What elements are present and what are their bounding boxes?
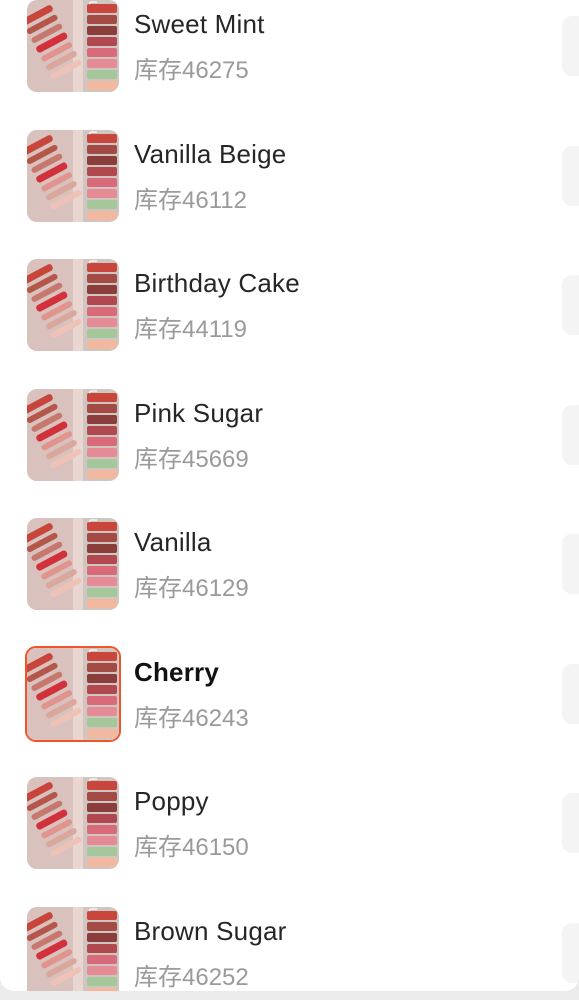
thumb-svg bbox=[27, 0, 119, 92]
variant-option[interactable]: Vanilla 库存46129 bbox=[0, 518, 579, 648]
variant-name: Poppy bbox=[134, 786, 209, 816]
variant-stock: 库存46252 bbox=[134, 964, 249, 991]
quantity-control[interactable] bbox=[562, 146, 579, 206]
variant-stock: 库存45669 bbox=[134, 446, 249, 473]
variant-stock: 库存46275 bbox=[134, 57, 249, 84]
variant-name: Vanilla Beige bbox=[134, 139, 287, 169]
thumb-svg bbox=[27, 518, 119, 610]
variant-name: Brown Sugar bbox=[134, 916, 287, 946]
variant-stock: 库存44119 bbox=[134, 316, 247, 343]
quantity-control[interactable] bbox=[562, 534, 579, 594]
thumb-svg bbox=[27, 648, 119, 740]
quantity-control[interactable] bbox=[562, 275, 579, 335]
variant-stock: 库存46112 bbox=[134, 187, 247, 214]
variant-option[interactable]: Birthday Cake 库存44119 bbox=[0, 259, 579, 389]
variant-thumbnail-selected[interactable] bbox=[25, 646, 121, 742]
quantity-control[interactable] bbox=[562, 664, 579, 724]
variant-stock: 库存46243 bbox=[134, 705, 249, 732]
variant-name: Vanilla bbox=[134, 527, 212, 557]
variant-name: Pink Sugar bbox=[134, 398, 264, 428]
quantity-control[interactable] bbox=[562, 793, 579, 853]
variant-name: Birthday Cake bbox=[134, 268, 300, 298]
variant-option[interactable]: Pink Sugar 库存45669 bbox=[0, 389, 579, 519]
variant-selection-sheet: Sweet Mint 库存46275 Vanilla Beige 库存46112 Bir… bbox=[0, 0, 579, 991]
variant-option[interactable]: Cherry 库存46243 bbox=[0, 646, 579, 778]
thumb-svg bbox=[27, 130, 119, 222]
variant-option[interactable]: Poppy 库存46150 bbox=[0, 777, 579, 907]
variant-thumbnail[interactable] bbox=[27, 518, 119, 610]
variant-option[interactable]: Vanilla Beige 库存46112 bbox=[0, 130, 579, 260]
thumb-svg bbox=[27, 777, 119, 869]
variant-thumbnail[interactable] bbox=[27, 389, 119, 481]
variant-name: Cherry bbox=[134, 657, 220, 687]
thumb-svg bbox=[27, 259, 119, 351]
variant-option[interactable]: Brown Sugar 库存46252 bbox=[0, 907, 579, 991]
quantity-control[interactable] bbox=[562, 923, 579, 983]
variant-thumbnail[interactable] bbox=[27, 0, 119, 92]
variant-thumbnail[interactable] bbox=[27, 259, 119, 351]
quantity-control[interactable] bbox=[562, 405, 579, 465]
thumb-svg bbox=[27, 907, 119, 991]
variant-stock: 库存46129 bbox=[134, 575, 249, 602]
variant-thumbnail[interactable] bbox=[27, 907, 119, 991]
variant-thumbnail[interactable] bbox=[27, 130, 119, 222]
quantity-control[interactable] bbox=[562, 16, 579, 76]
variant-stock: 库存46150 bbox=[134, 834, 249, 861]
variant-list: Sweet Mint 库存46275 Vanilla Beige 库存46112 Bir… bbox=[0, 0, 579, 991]
thumb-svg bbox=[27, 389, 119, 481]
variant-thumbnail[interactable] bbox=[27, 777, 119, 869]
variant-option[interactable]: Sweet Mint 库存46275 bbox=[0, 0, 579, 130]
variant-name: Sweet Mint bbox=[134, 9, 265, 39]
